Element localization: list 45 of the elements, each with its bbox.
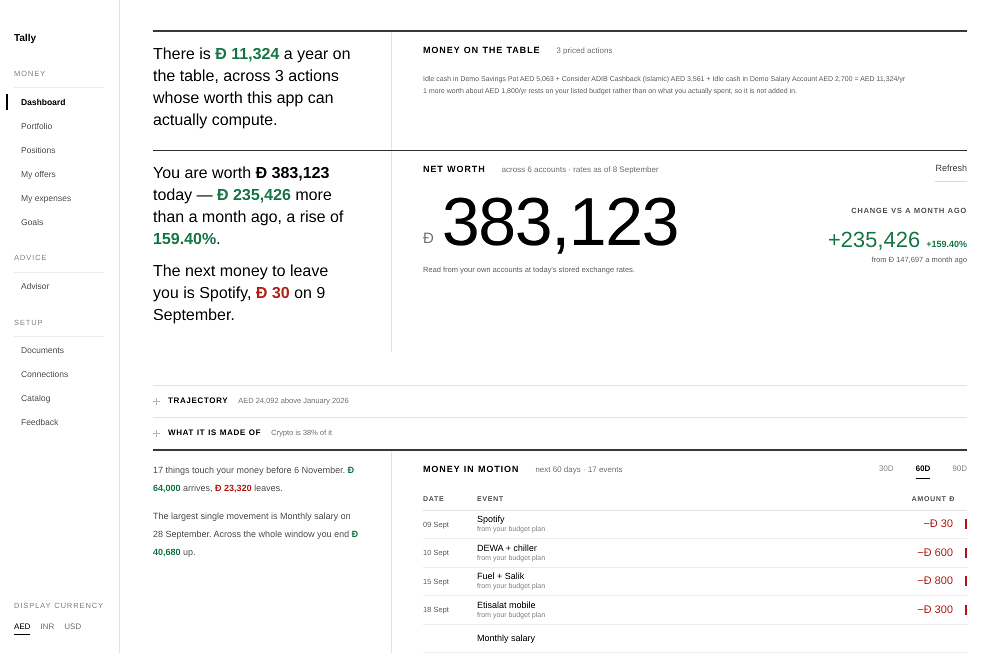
plus-icon (153, 398, 160, 404)
net-worth-value: 383,123 (442, 184, 678, 260)
nav-item[interactable]: Documents (6, 342, 119, 359)
nav-item[interactable]: My offers (6, 166, 119, 182)
summary-text: The next money to leave you is Spotify, Đ 30 on 9 September. (153, 262, 330, 326)
currency-option[interactable]: AED (14, 621, 30, 635)
section-title: MONEY ON THE TABLE (423, 44, 540, 57)
nav-item[interactable]: Connections (6, 366, 119, 383)
change-value: +235,426 (828, 226, 920, 254)
app-name: Tally (13, 32, 38, 46)
currency-option[interactable]: INR (40, 621, 54, 635)
summary-text: 17 things touch your money before 6 November. Đ 64,000 arrives, Đ 23,320 leaves. (153, 464, 356, 494)
amount-cell-text: −Đ 800 (917, 574, 953, 589)
refresh-button[interactable]: Refresh (935, 162, 967, 182)
event-name: DEWA + chiller (477, 542, 538, 554)
section-subtitle: 3 priced actions (556, 45, 612, 57)
nav-item[interactable]: Dashboard (6, 94, 119, 110)
nav-item[interactable]: Advisor (6, 278, 119, 294)
section-title: NET WORTH (423, 162, 486, 176)
event-name: Fuel + Salik (477, 570, 526, 582)
summary-text: The largest single movement is Monthly salary on 28 September. Across the whole window you end Đ 40,680 up. (153, 510, 360, 559)
nav-item[interactable]: My expenses (6, 190, 119, 206)
summary-text: You are worth Đ 383,123 today — Đ 235,426 more than a month ago, a rise of 159.40%. (153, 164, 344, 250)
range-tab[interactable]: 30D (878, 462, 894, 478)
nav-item[interactable]: Portfolio (6, 118, 119, 134)
event-name: Etisalat mobile (477, 598, 537, 610)
nav-item[interactable]: Positions (6, 142, 119, 158)
range-tab[interactable]: 60D (916, 462, 930, 478)
plus-icon (153, 430, 160, 436)
amount-cell-text: −Đ 30 (923, 517, 953, 532)
range-tab[interactable]: 90D (952, 462, 967, 478)
amount-cell-text: −Đ 300 (917, 602, 953, 618)
amount-cell-text: −Đ 600 (917, 546, 953, 560)
change-percent: +159.40% (926, 238, 967, 252)
nav-item[interactable]: Goals (6, 214, 119, 230)
section-subtitle: next 60 days · 17 events (535, 464, 623, 476)
section-title: MONEY IN MOTION (423, 462, 520, 476)
event-name: Spotify (477, 513, 506, 525)
nav-item[interactable]: Catalog (6, 390, 119, 407)
section-subtitle: across 6 accounts · rates as of 8 September (502, 164, 659, 176)
currency-option[interactable]: USD (64, 621, 82, 635)
event-name: Monthly salary (477, 632, 536, 644)
currency-symbol: Đ (423, 228, 434, 249)
nav-item[interactable]: Feedback (6, 414, 119, 431)
summary-text: There is Đ 11,324 a year on the table, across 3 actions whose worth this app can actually compute. (153, 32, 392, 150)
